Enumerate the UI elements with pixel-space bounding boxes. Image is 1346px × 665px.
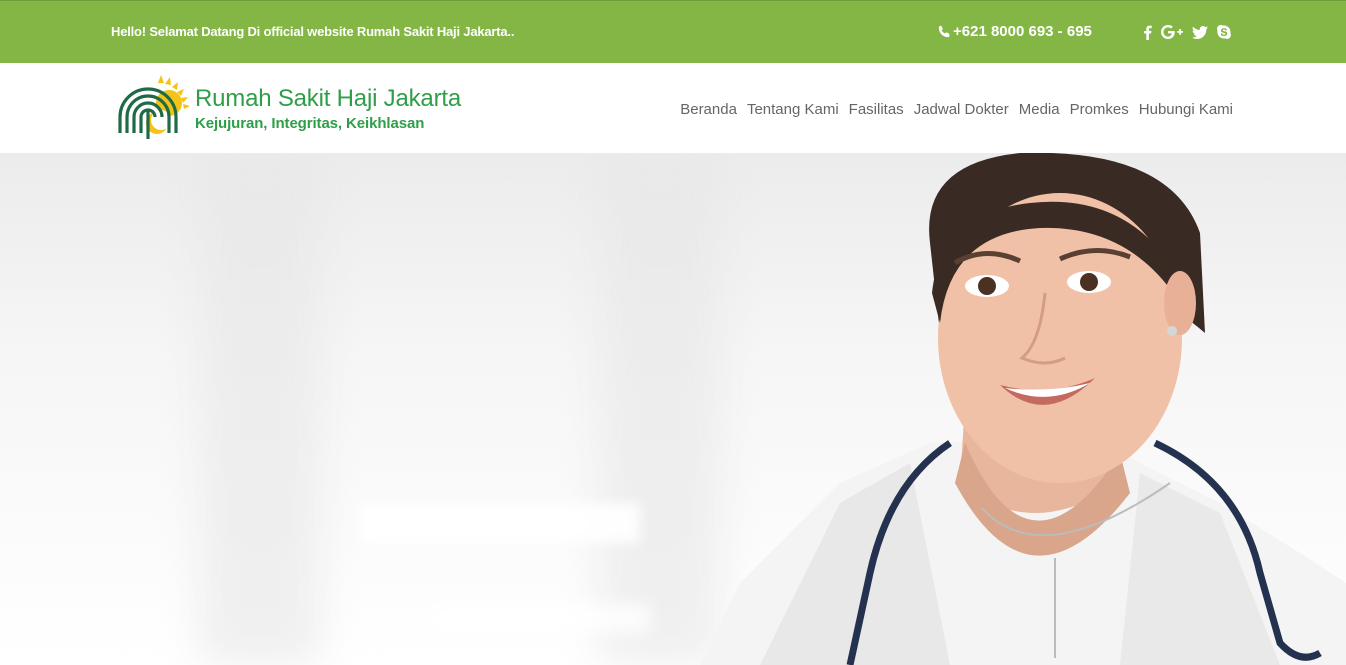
phone-number[interactable]: +621 8000 693 - 695 — [938, 23, 1092, 40]
phone-text: +621 8000 693 - 695 — [953, 23, 1092, 40]
hero-background-blur — [360, 503, 640, 543]
nav-item-jadwal-dokter[interactable]: Jadwal Dokter — [914, 101, 1009, 118]
nav-item-promkes[interactable]: Promkes — [1070, 101, 1129, 118]
hospital-logo-icon[interactable] — [117, 73, 195, 141]
hero-background-blur — [200, 153, 320, 665]
site-tagline: Kejujuran, Integritas, Keikhlasan — [195, 115, 425, 132]
skype-icon[interactable] — [1217, 23, 1231, 41]
facebook-icon[interactable] — [1143, 23, 1152, 41]
site-header: Rumah Sakit Haji Jakarta Kejujuran, Inte… — [0, 63, 1346, 153]
nav-item-hubungi-kami[interactable]: Hubungi Kami — [1139, 101, 1233, 118]
google-plus-icon[interactable] — [1161, 23, 1183, 41]
site-title[interactable]: Rumah Sakit Haji Jakarta — [195, 85, 461, 113]
nav-item-tentang-kami[interactable]: Tentang Kami — [747, 101, 839, 118]
nav-item-fasilitas[interactable]: Fasilitas — [849, 101, 904, 118]
doctor-photo — [700, 153, 1346, 665]
phone-icon — [938, 25, 950, 38]
top-bar: Hello! Selamat Datang Di official websit… — [0, 0, 1346, 63]
nav-item-beranda[interactable]: Beranda — [680, 101, 737, 118]
main-nav: Beranda Tentang Kami Fasilitas Jadwal Do… — [680, 101, 1233, 118]
nav-item-media[interactable]: Media — [1019, 101, 1060, 118]
hero-background-blur — [430, 603, 650, 633]
twitter-icon[interactable] — [1192, 23, 1208, 41]
hero-banner — [0, 153, 1346, 665]
welcome-message: Hello! Selamat Datang Di official websit… — [111, 24, 515, 39]
social-links — [1143, 23, 1231, 41]
